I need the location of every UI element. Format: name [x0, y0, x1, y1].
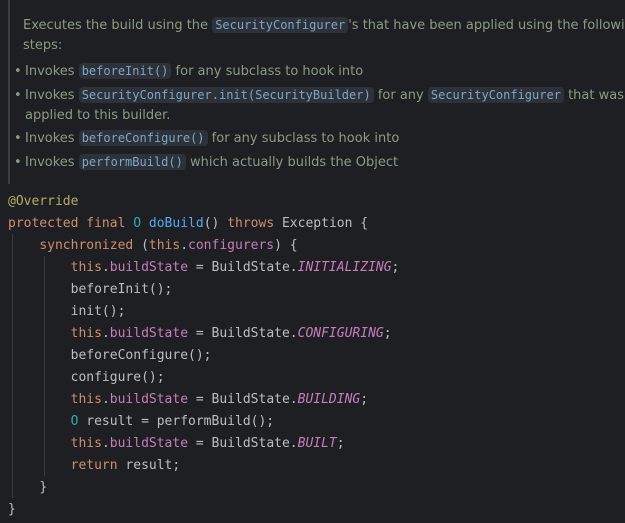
- field-buildstate: buildState: [109, 392, 189, 407]
- keyword-return: return: [70, 458, 118, 473]
- bullet-suffix: which actually builds the Object: [190, 155, 399, 170]
- code-line-signature[interactable]: protected final O doBuild() throws Excep…: [8, 213, 368, 235]
- bullet-suffix: that was: [568, 88, 624, 103]
- code-line-synchronized[interactable]: synchronized (this.configurers) {: [8, 235, 298, 257]
- keyword-this: this: [70, 260, 102, 275]
- semicolon: ;: [383, 326, 392, 341]
- bullet-middle: for any: [377, 88, 424, 103]
- bullet-icon: •: [14, 88, 22, 103]
- call-beforeinit: beforeInit();: [70, 282, 173, 297]
- open-brace: {: [360, 216, 369, 231]
- keyword-this: this: [70, 436, 102, 451]
- call-configure: configure();: [70, 370, 165, 385]
- code-line-annotation[interactable]: @Override: [8, 191, 78, 213]
- javadoc-code-perform-build: performBuild(): [78, 154, 186, 170]
- semicolon: ;: [336, 436, 345, 451]
- javadoc-intro-line2: steps:: [23, 36, 62, 56]
- keyword-this: this: [148, 238, 181, 253]
- exception-type: Exception: [281, 216, 353, 231]
- field-buildstate: buildState: [109, 326, 189, 341]
- dot: .: [101, 326, 110, 341]
- const-configuring: CONFIGURING: [297, 326, 384, 341]
- field-buildstate: buildState: [109, 260, 189, 275]
- assign: = BuildState.: [188, 326, 298, 341]
- type-param-o: O: [133, 216, 142, 231]
- assign: = BuildState.: [188, 392, 298, 407]
- close-brace-outer: }: [8, 502, 16, 517]
- bullet-suffix: for any subclass to hook into: [175, 64, 364, 79]
- code-line-result[interactable]: O result = performBuild();: [8, 411, 275, 433]
- assign: = BuildState.: [188, 436, 298, 451]
- keyword-final: final: [86, 216, 126, 231]
- code-line-beforeinit[interactable]: beforeInit();: [8, 279, 173, 301]
- assign: = BuildState.: [188, 260, 298, 275]
- keyword-synchronized: synchronized: [39, 238, 134, 253]
- semicolon: ;: [360, 392, 369, 407]
- keyword-this: this: [70, 392, 102, 407]
- call-beforeconfigure: beforeConfigure();: [70, 348, 212, 363]
- dot: .: [101, 392, 110, 407]
- return-value: result;: [117, 458, 181, 473]
- bullet-continuation: applied to this builder.: [25, 108, 171, 123]
- result-declaration: result = performBuild();: [78, 414, 275, 429]
- field-buildstate: buildState: [109, 436, 189, 451]
- paren-close-brace: ) {: [274, 238, 298, 253]
- method-name-dobuild: doBuild: [148, 216, 204, 231]
- javadoc-intro-line1: Executes the build using the SecurityCon…: [23, 15, 625, 36]
- code-line-close-inner[interactable]: }: [8, 477, 47, 499]
- dot: .: [180, 238, 189, 253]
- paren-open: (: [141, 238, 149, 253]
- keyword-protected: protected: [8, 216, 79, 231]
- rendered-javadoc: Executes the build using the SecurityCon…: [8, 0, 625, 184]
- bullet-icon: •: [14, 155, 22, 170]
- javadoc-intro-steps: steps:: [23, 38, 63, 53]
- bullet-suffix: for any subclass to hook into: [211, 131, 400, 146]
- javadoc-code-before-init: beforeInit(): [78, 63, 172, 79]
- code-line-close-outer[interactable]: }: [8, 499, 16, 521]
- code-line-building[interactable]: this.buildState = BuildState.BUILDING;: [8, 389, 368, 411]
- bullet-prefix: Invokes: [25, 64, 75, 79]
- const-built: BUILT: [297, 436, 337, 451]
- const-initializing: INITIALIZING: [297, 260, 392, 275]
- javadoc-bullet-2-continuation: applied to this builder.: [25, 106, 170, 126]
- code-line-configuring[interactable]: this.buildState = BuildState.CONFIGURING…: [8, 323, 392, 345]
- javadoc-code-init: SecurityConfigurer.init(SecurityBuilder): [78, 87, 374, 103]
- javadoc-code-security-configurer: SecurityConfigurer: [212, 17, 349, 33]
- javadoc-code-security-configurer-2: SecurityConfigurer: [427, 87, 564, 103]
- call-init: init();: [70, 304, 126, 319]
- method-parens: (): [203, 216, 220, 231]
- javadoc-intro-prefix: Executes the build using the: [23, 18, 209, 33]
- const-building: BUILDING: [297, 392, 361, 407]
- javadoc-bullet-3: • Invokes beforeConfigure() for any subcl…: [11, 128, 399, 149]
- code-line-beforeconfigure[interactable]: beforeConfigure();: [8, 345, 212, 367]
- bullet-icon: •: [14, 64, 22, 79]
- close-brace-inner: }: [39, 480, 48, 495]
- bullet-prefix: Invokes: [25, 131, 75, 146]
- code-line-return[interactable]: return result;: [8, 455, 181, 477]
- dot: .: [101, 436, 110, 451]
- javadoc-bullet-2: • Invokes SecurityConfigurer.init(Securit…: [11, 85, 624, 106]
- javadoc-code-before-configure: beforeConfigure(): [78, 130, 208, 146]
- code-line-init[interactable]: init();: [8, 301, 126, 323]
- code-line-initializing[interactable]: this.buildState = BuildState.INITIALIZIN…: [8, 257, 400, 279]
- code-block[interactable]: @Override protected final O doBuild() th…: [0, 190, 625, 523]
- code-line-configure[interactable]: configure();: [8, 367, 165, 389]
- semicolon: ;: [391, 260, 400, 275]
- bullet-prefix: Invokes: [25, 88, 75, 103]
- javadoc-bullet-1: • Invokes beforeInit() for any subclass t…: [11, 61, 363, 82]
- bullet-prefix: Invokes: [25, 155, 75, 170]
- override-annotation: @Override: [8, 194, 79, 209]
- bullet-icon: •: [14, 131, 22, 146]
- keyword-this: this: [70, 326, 102, 341]
- javadoc-bullet-4: • Invokes performBuild() which actually b…: [11, 152, 398, 173]
- keyword-throws: throws: [227, 216, 275, 231]
- dot: .: [101, 260, 110, 275]
- code-line-built[interactable]: this.buildState = BuildState.BUILT;: [8, 433, 345, 455]
- javadoc-intro-suffix: 's that have been applied using the foll…: [348, 18, 625, 33]
- field-configurers: configurers: [188, 238, 275, 253]
- editor-viewport: Executes the build using the SecurityCon…: [0, 0, 625, 523]
